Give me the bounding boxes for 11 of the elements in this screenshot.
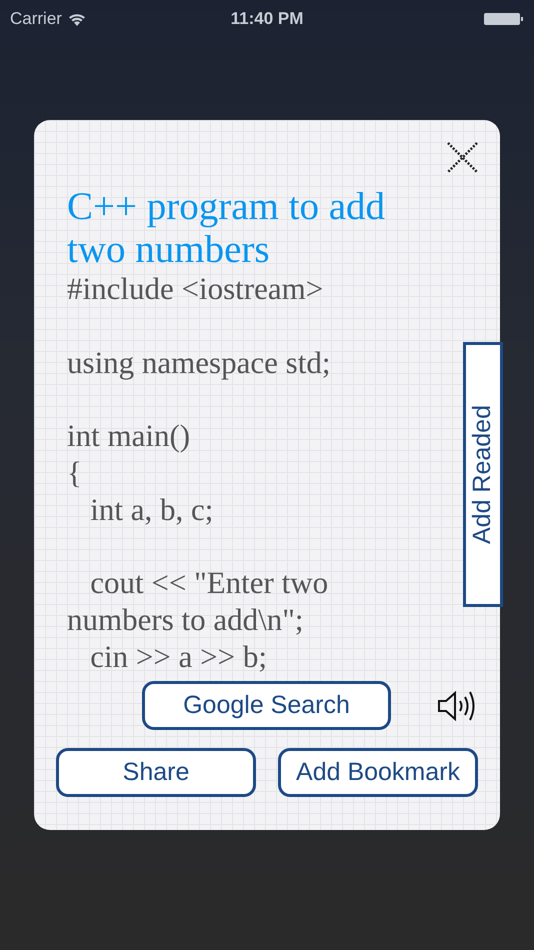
card-title: C++ program to add two numbers <box>67 185 386 271</box>
add-bookmark-button[interactable]: Add Bookmark <box>278 748 478 797</box>
google-search-button[interactable]: Google Search <box>142 681 391 730</box>
add-readed-button[interactable]: Add Readed <box>463 342 503 607</box>
close-icon[interactable] <box>447 142 478 173</box>
battery-icon <box>484 12 524 26</box>
code-text: #include <iostream> using namespace std; int main() { int a, b, c; cout << "Enter two numbers to add\n"; cin >> a >> b; <box>67 271 332 676</box>
status-time: 11:40 PM <box>230 8 304 30</box>
wifi-icon <box>68 12 86 26</box>
share-button[interactable]: Share <box>56 748 256 797</box>
carrier-name: Carrier <box>10 8 62 30</box>
